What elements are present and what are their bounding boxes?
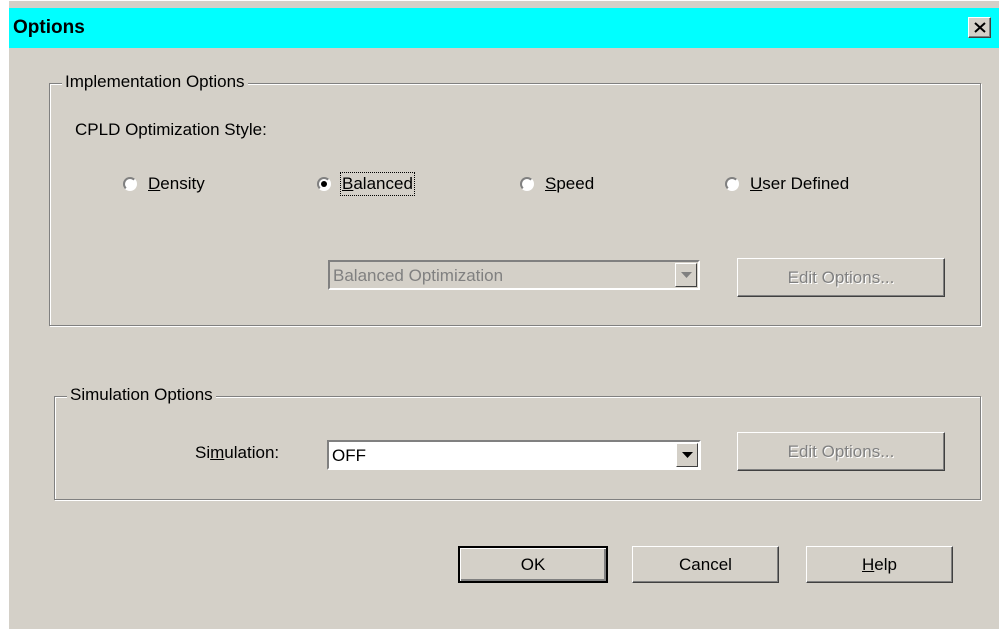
optimization-dropdown-button[interactable] bbox=[675, 263, 697, 287]
close-button[interactable] bbox=[968, 17, 991, 38]
implementation-edit-options-button[interactable]: Edit Options... bbox=[737, 258, 945, 297]
radio-user-defined-indicator bbox=[725, 177, 739, 191]
ok-button[interactable]: OK bbox=[458, 546, 608, 583]
radio-balanced-label: Balanced bbox=[340, 172, 415, 196]
optimization-select-value: Balanced Optimization bbox=[333, 266, 504, 285]
simulation-edit-options-label: Edit Options... bbox=[787, 441, 895, 461]
implementation-edit-options-label: Edit Options... bbox=[787, 267, 895, 287]
radio-density-indicator bbox=[123, 177, 137, 191]
radio-speed-label: Speed bbox=[545, 174, 595, 193]
cancel-button[interactable]: Cancel bbox=[632, 546, 779, 583]
simulation-edit-options-button[interactable]: Edit Options... bbox=[737, 432, 945, 471]
chevron-down-icon bbox=[681, 272, 692, 278]
radio-balanced-indicator bbox=[317, 177, 331, 191]
close-icon bbox=[974, 22, 986, 33]
radio-density-label: Density bbox=[148, 174, 205, 193]
simulation-select[interactable]: OFF bbox=[327, 440, 701, 470]
optimization-select[interactable]: Balanced Optimization bbox=[328, 260, 700, 290]
ok-button-label: OK bbox=[520, 554, 546, 574]
cancel-button-label: Cancel bbox=[679, 554, 732, 574]
radio-selected-dot bbox=[321, 181, 327, 187]
simulation-options-legend: Simulation Options bbox=[67, 385, 216, 405]
simulation-label: Simulation: bbox=[195, 443, 280, 462]
simulation-select-value: OFF bbox=[332, 446, 366, 465]
chevron-down-icon bbox=[682, 452, 693, 458]
radio-speed[interactable]: Speed bbox=[520, 172, 594, 196]
radio-user-defined-label: User Defined bbox=[750, 174, 850, 193]
window-title: Options bbox=[13, 17, 85, 38]
optimization-style-label: CPLD Optimization Style: bbox=[75, 120, 267, 139]
radio-density[interactable]: Density bbox=[123, 172, 205, 196]
radio-balanced[interactable]: Balanced bbox=[317, 172, 415, 196]
radio-speed-indicator bbox=[520, 177, 534, 191]
simulation-dropdown-button[interactable] bbox=[676, 443, 698, 467]
radio-user-defined[interactable]: User Defined bbox=[725, 172, 849, 196]
options-dialog: Options Implementation Options CPLD Opti… bbox=[8, 0, 999, 629]
title-bar: Options bbox=[9, 8, 999, 48]
simulation-options-group: Simulation Options Simulation: OFF Edit … bbox=[54, 385, 981, 500]
help-button-label: Help bbox=[862, 554, 897, 574]
implementation-options-group: Implementation Options CPLD Optimization… bbox=[49, 72, 981, 326]
help-button[interactable]: Help bbox=[806, 546, 953, 583]
implementation-options-legend: Implementation Options bbox=[62, 72, 248, 92]
